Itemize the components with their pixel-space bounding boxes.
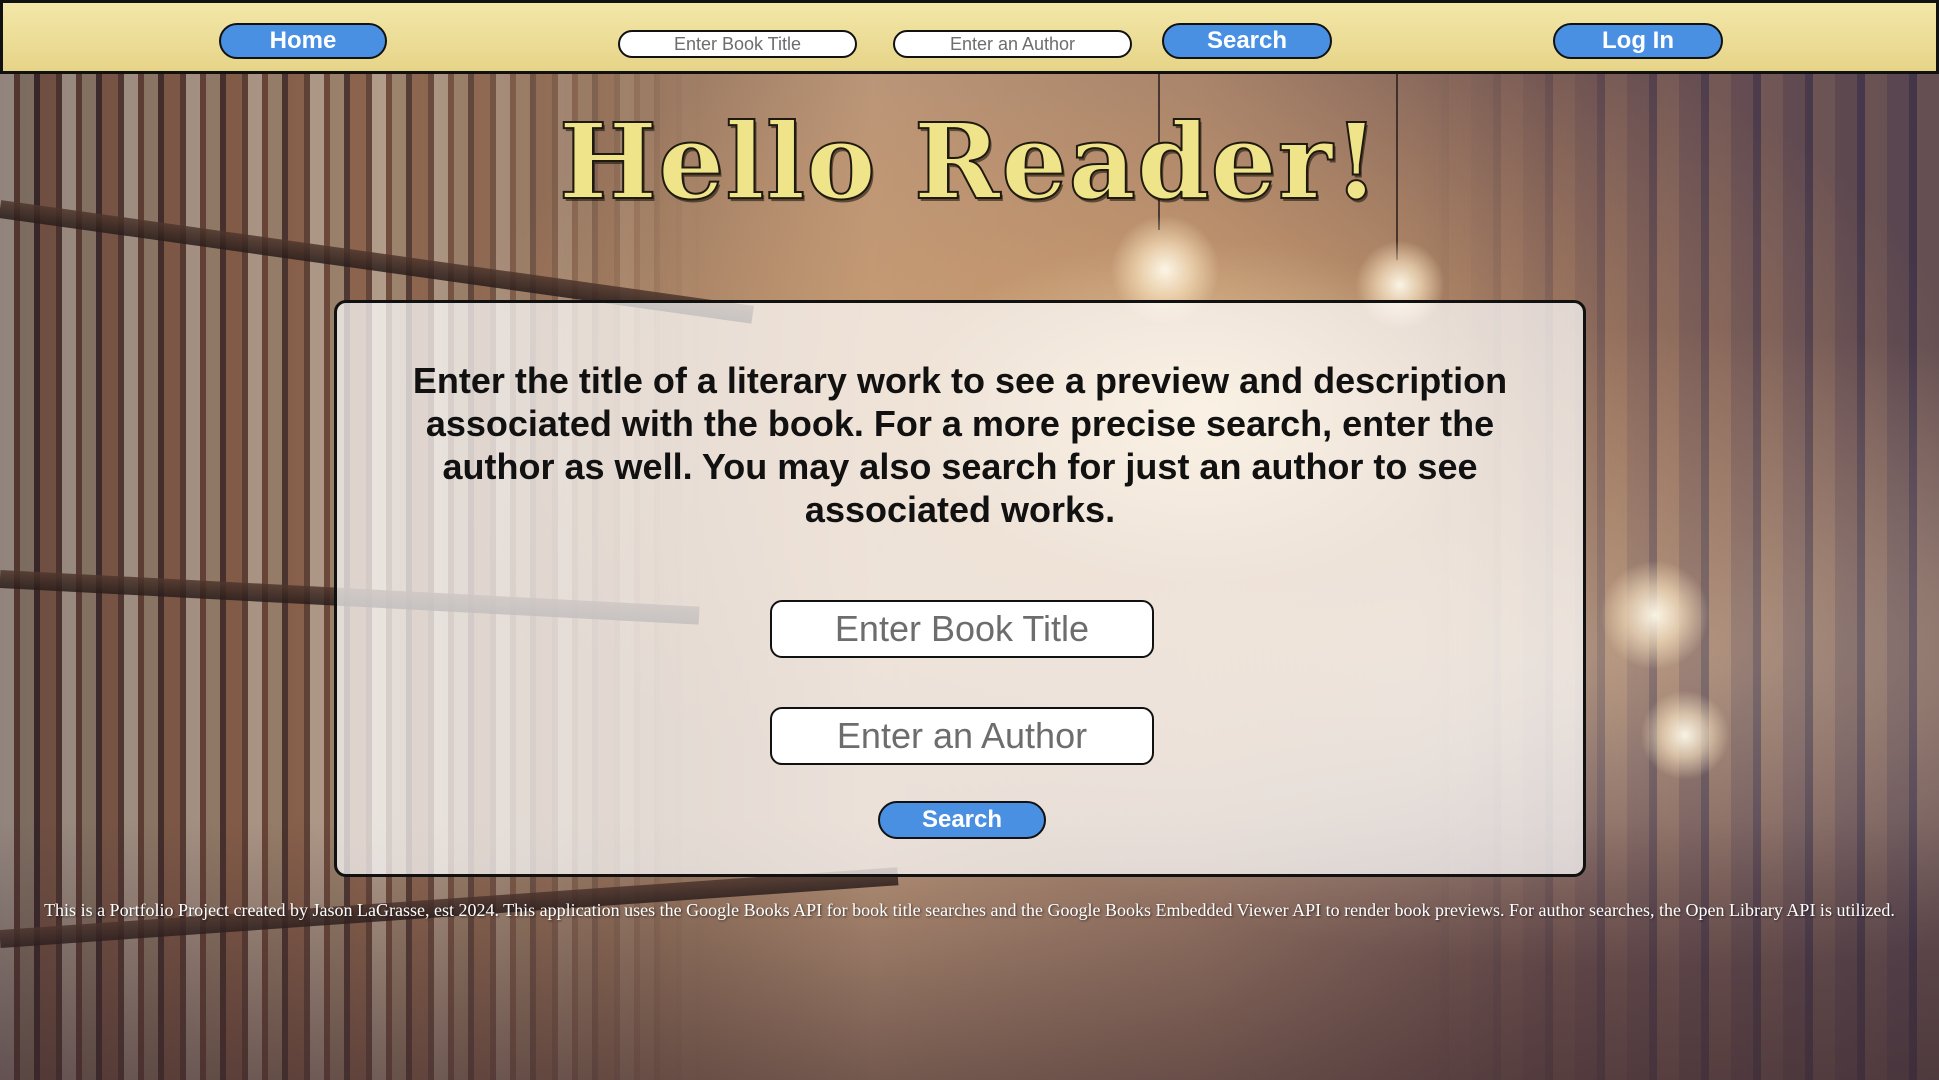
search-card: Enter the title of a literary work to se… (334, 300, 1586, 877)
search-instructions: Enter the title of a literary work to se… (412, 360, 1508, 530)
login-button[interactable]: Log In (1553, 23, 1723, 59)
page-title: Hello Reader! (558, 99, 1381, 224)
footer-attribution: This is a Portfolio Project created by J… (44, 900, 1895, 920)
home-button[interactable]: Home (219, 23, 387, 59)
author-input[interactable] (770, 707, 1154, 765)
top-nav-bar: Home Search Log In (0, 0, 1939, 74)
search-button[interactable]: Search (878, 801, 1046, 839)
book-title-input[interactable] (770, 600, 1154, 658)
light-bulb (1600, 560, 1710, 670)
nav-book-title-input[interactable] (618, 30, 857, 58)
light-bulb (1640, 690, 1730, 780)
nav-author-input[interactable] (893, 30, 1132, 58)
nav-search-button[interactable]: Search (1162, 23, 1332, 59)
